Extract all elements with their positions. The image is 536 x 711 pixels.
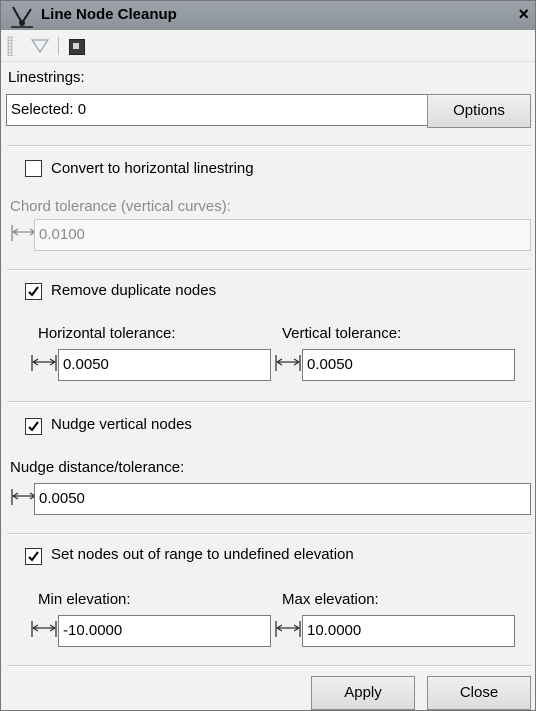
- close-button[interactable]: Close: [427, 676, 531, 710]
- apply-button[interactable]: Apply: [311, 676, 415, 710]
- nudge-distance-field[interactable]: 0.0050: [34, 483, 531, 515]
- image-icon[interactable]: [69, 39, 85, 55]
- remove-duplicates-checkbox[interactable]: [25, 283, 42, 300]
- nudge-distance-label: Nudge distance/tolerance:: [10, 459, 185, 476]
- close-icon[interactable]: ×: [518, 4, 529, 25]
- nudge-vertical-label: Nudge vertical nodes: [51, 416, 192, 433]
- checkmark-icon: [28, 551, 39, 562]
- filter-icon[interactable]: [31, 39, 49, 53]
- distance-icon: [275, 621, 301, 637]
- options-button[interactable]: Options: [427, 94, 531, 128]
- convert-label: Convert to horizontal linestring: [51, 160, 254, 177]
- set-out-of-range-checkbox[interactable]: [25, 548, 42, 565]
- toolbar: [1, 30, 535, 62]
- convert-checkbox[interactable]: [25, 160, 42, 177]
- max-elevation-field[interactable]: 10.0000: [302, 615, 515, 647]
- window-title: Line Node Cleanup: [41, 6, 177, 23]
- chord-tolerance-field[interactable]: 0.0100: [34, 219, 531, 251]
- nudge-vertical-checkbox[interactable]: [25, 418, 42, 435]
- min-elevation-field[interactable]: -10.0000: [58, 615, 271, 647]
- vertical-tolerance-field[interactable]: 0.0050: [302, 349, 515, 381]
- divider: [7, 269, 531, 271]
- toolbar-grip[interactable]: [7, 36, 13, 56]
- checkmark-icon: [28, 421, 39, 432]
- title-bar: Line Node Cleanup ×: [1, 1, 535, 30]
- set-out-of-range-label: Set nodes out of range to undefined elev…: [51, 546, 354, 563]
- linestrings-label: Linestrings:: [8, 69, 85, 86]
- line-node-cleanup-panel: Line Node Cleanup × Linestrings: Selecte…: [0, 0, 536, 711]
- distance-icon: [275, 355, 301, 371]
- vertical-tolerance-label: Vertical tolerance:: [282, 325, 402, 342]
- divider: [7, 145, 531, 147]
- divider: [7, 665, 531, 667]
- min-elevation-label: Min elevation:: [38, 591, 131, 608]
- toolbar-separator: [58, 37, 59, 55]
- linestrings-field[interactable]: Selected: 0: [6, 94, 429, 126]
- divider: [7, 401, 531, 403]
- max-elevation-label: Max elevation:: [282, 591, 379, 608]
- divider: [7, 533, 531, 535]
- horizontal-tolerance-label: Horizontal tolerance:: [38, 325, 176, 342]
- chord-tolerance-label: Chord tolerance (vertical curves):: [10, 198, 231, 215]
- distance-icon: [31, 355, 57, 371]
- line-node-icon: [11, 6, 33, 28]
- distance-icon: [31, 621, 57, 637]
- checkmark-icon: [28, 286, 39, 297]
- remove-duplicates-label: Remove duplicate nodes: [51, 282, 217, 299]
- horizontal-tolerance-field[interactable]: 0.0050: [58, 349, 271, 381]
